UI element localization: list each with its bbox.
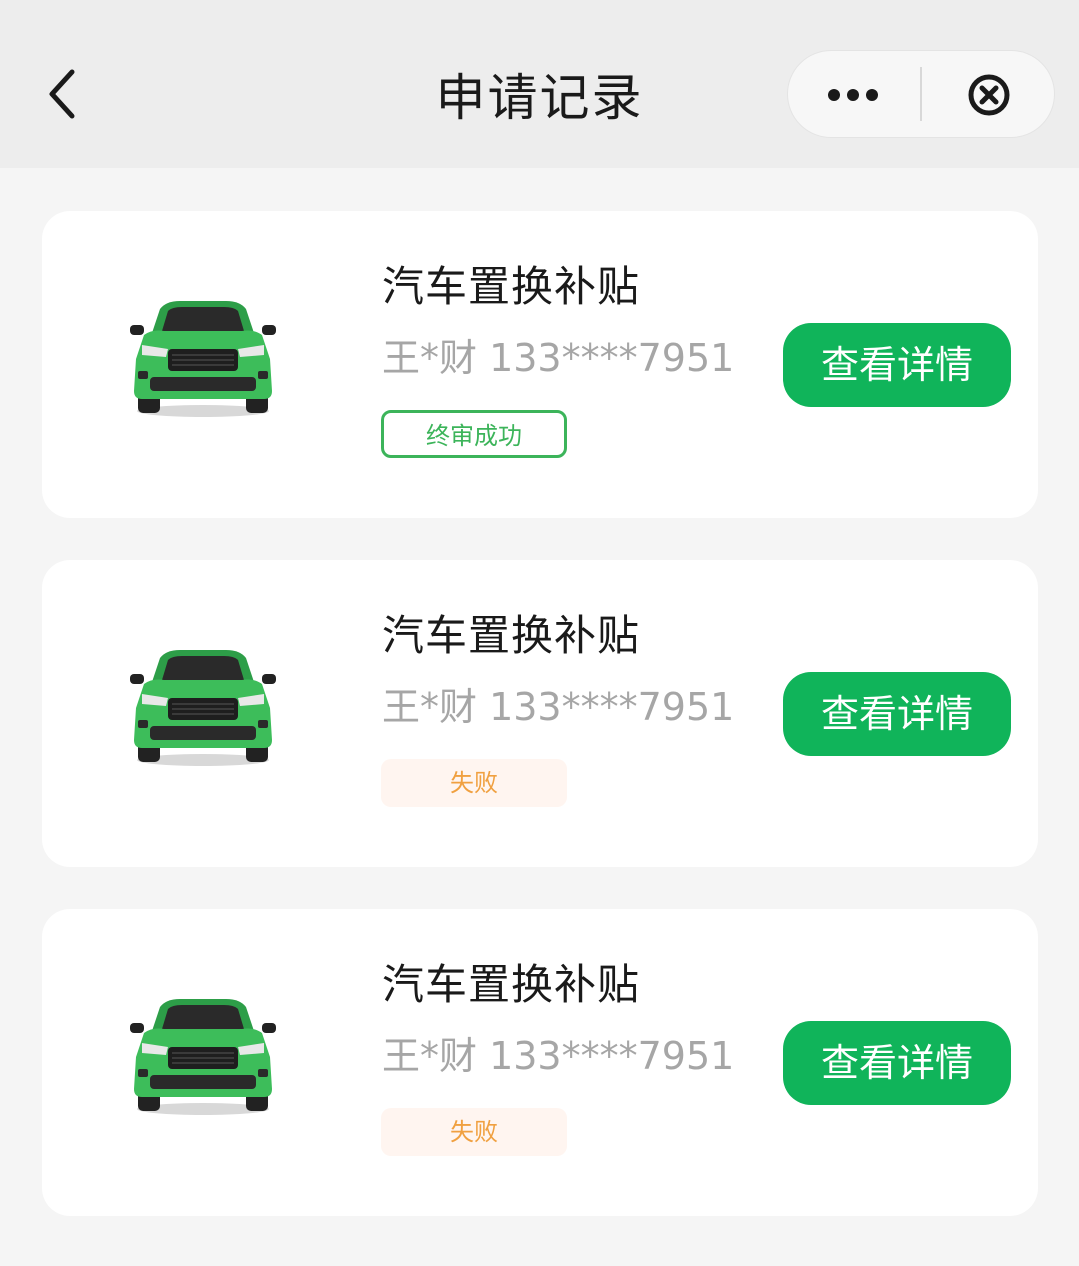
mini-program-capsule <box>787 50 1055 138</box>
record-applicant: 王*财 133****7951 <box>382 336 735 380</box>
record-applicant: 王*财 133****7951 <box>382 685 735 729</box>
more-button[interactable] <box>788 51 920 137</box>
record-list: 汽车置换补贴 王*财 133****7951 终审成功 查看详情 汽车置换补贴 王*财 … <box>42 211 1038 1258</box>
close-circle-icon <box>968 74 1010 116</box>
car-icon <box>130 997 276 1117</box>
record-applicant: 王*财 133****7951 <box>382 1034 735 1078</box>
status-badge: 失败 <box>381 1108 567 1156</box>
more-dots-icon <box>828 89 878 101</box>
view-details-button[interactable]: 查看详情 <box>783 1021 1011 1105</box>
car-icon <box>130 299 276 419</box>
record-title: 汽车置换补贴 <box>382 611 641 660</box>
status-badge: 失败 <box>381 759 567 807</box>
record-title: 汽车置换补贴 <box>382 262 641 311</box>
view-details-button[interactable]: 查看详情 <box>783 672 1011 756</box>
record-card: 汽车置换补贴王*财 133****7951 失败 查看详情 <box>42 560 1038 867</box>
nav-bar: 申请记录 <box>0 0 1079 168</box>
view-details-button[interactable]: 查看详情 <box>783 323 1011 407</box>
record-title: 汽车置换补贴 <box>382 960 641 1009</box>
status-badge: 终审成功 <box>381 410 567 458</box>
record-card: 汽车置换补贴王*财 133****7951 终审成功 查看详情 <box>42 211 1038 518</box>
close-button[interactable] <box>922 51 1054 137</box>
car-icon <box>130 648 276 768</box>
record-card: 汽车置换补贴王*财 133****7951 失败 查看详情 <box>42 909 1038 1216</box>
